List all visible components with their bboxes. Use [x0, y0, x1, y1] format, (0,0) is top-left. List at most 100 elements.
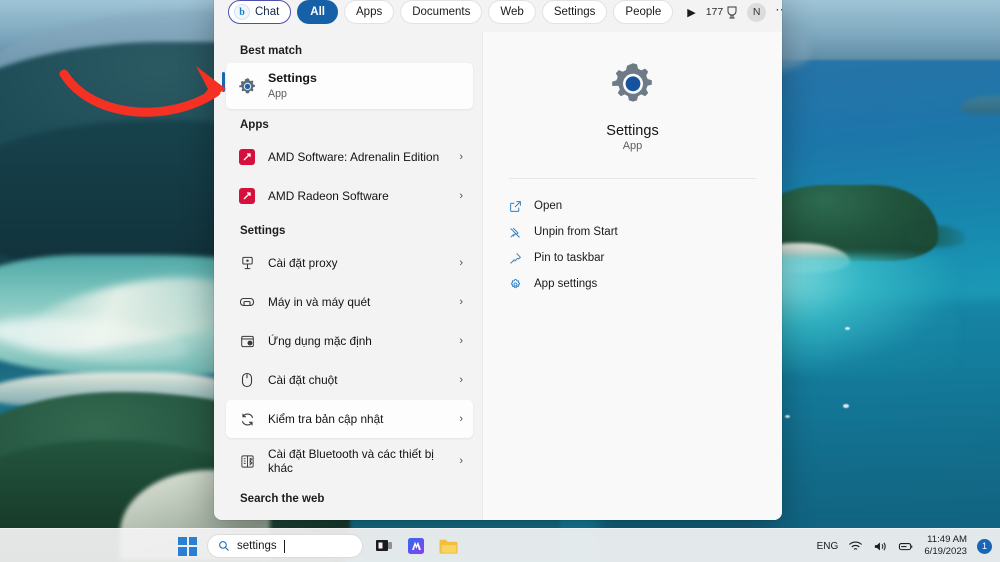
group-heading-best-match: Best match	[240, 45, 302, 57]
chevron-right-icon[interactable]: ›	[459, 190, 465, 202]
chip-label: Web	[500, 6, 524, 18]
chevron-right-icon[interactable]: ›	[459, 374, 465, 386]
notification-count: 1	[981, 541, 987, 551]
result-title-text: Settings	[268, 70, 317, 85]
result-item-web-search[interactable]: settings - See web results ›	[226, 512, 473, 520]
app-preview-pane: Settings App Open Unpin from Start Pin t…	[482, 32, 782, 520]
ellipsis-icon[interactable]: ⋯	[775, 2, 782, 22]
result-label: AMD Software: Adrenalin Edition	[268, 149, 440, 164]
result-label: Kiểm tra bản cập nhật	[268, 411, 384, 426]
result-label: AMD Radeon Software	[268, 188, 389, 203]
preview-actions-list: Open Unpin from Start Pin to taskbar App…	[483, 179, 782, 296]
action-app-settings[interactable]: App settings	[497, 272, 768, 296]
avatar-initial: N	[752, 6, 761, 18]
taskbar-center-cluster: settings	[178, 529, 459, 562]
result-item-printers-scanners[interactable]: Máy in và máy quét ›	[226, 283, 473, 321]
mouse-icon	[236, 372, 258, 388]
unpin-icon	[505, 226, 525, 239]
result-label: Máy in và máy quét	[268, 294, 371, 309]
preview-app-subtitle: App	[622, 140, 643, 152]
group-heading-apps: Apps	[240, 119, 269, 131]
result-item-mouse-settings[interactable]: Cài đặt chuột ›	[226, 361, 473, 399]
group-heading-search-the-web: Search the web	[240, 493, 325, 505]
result-label: Cài đặt proxy	[268, 255, 338, 270]
task-view-icon[interactable]	[373, 535, 395, 557]
clock-date: 6/19/2023	[924, 546, 967, 557]
battery-icon[interactable]	[898, 540, 914, 553]
chip-chat[interactable]: b Chat	[228, 0, 292, 24]
volume-icon[interactable]	[873, 540, 888, 553]
result-item-amd-radeon[interactable]: AMD Radeon Software ›	[226, 177, 473, 215]
chevron-right-icon[interactable]: ›	[459, 455, 465, 467]
result-item-default-apps[interactable]: Ứng dụng mặc định ›	[226, 322, 473, 360]
chip-label: Chat	[255, 6, 280, 18]
action-label: Unpin from Start	[534, 226, 618, 238]
gear-icon	[236, 77, 258, 96]
language-indicator[interactable]: ENG	[817, 541, 839, 552]
app-purple-m-icon[interactable]	[405, 535, 427, 557]
result-item-amd-adrenalin[interactable]: AMD Software: Adrenalin Edition ›	[226, 138, 473, 176]
chip-label: People	[625, 6, 662, 18]
chip-settings[interactable]: Settings	[541, 0, 608, 24]
amd-app-icon	[236, 188, 258, 204]
action-open[interactable]: Open	[497, 194, 768, 218]
chevron-right-icon[interactable]: ›	[459, 151, 465, 163]
search-input[interactable]: settings	[207, 534, 363, 558]
rewards-points[interactable]: 177	[706, 6, 739, 19]
chip-label: Settings	[553, 6, 596, 18]
open-external-icon	[505, 200, 525, 213]
chip-all[interactable]: All	[297, 0, 338, 24]
action-label: App settings	[534, 278, 598, 290]
flyout-body: Best match Settings App Apps AMD Softwar…	[214, 32, 782, 520]
chip-apps[interactable]: Apps	[344, 0, 395, 24]
network-proxy-icon	[236, 256, 258, 271]
chip-web[interactable]: Web	[488, 0, 536, 24]
action-label: Open	[534, 200, 563, 212]
system-tray: ENG 11:49 AM 6/19/2023 1	[817, 529, 992, 562]
chip-label: Apps	[356, 6, 383, 18]
action-unpin-from-start[interactable]: Unpin from Start	[497, 220, 768, 244]
chevron-right-icon[interactable]: ›	[459, 257, 465, 269]
search-flyout-panel: b Chat All Apps Documents Web Settings P…	[214, 0, 782, 520]
search-input-value: settings	[237, 540, 277, 552]
rewards-medal-icon	[727, 6, 737, 18]
result-item-bluetooth-devices[interactable]: Cài đặt Bluetooth và các thiết bị khác ›	[226, 439, 473, 483]
clock-time: 11:49 AM	[927, 534, 967, 546]
result-item-check-for-updates[interactable]: Kiểm tra bản cập nhật ›	[226, 400, 473, 438]
chip-documents[interactable]: Documents	[400, 0, 483, 24]
group-heading-settings: Settings	[240, 225, 286, 237]
results-list: Best match Settings App Apps AMD Softwar…	[214, 32, 482, 520]
avatar[interactable]: N	[747, 2, 767, 22]
chevron-right-icon[interactable]: ›	[459, 335, 465, 347]
chip-label: All	[310, 6, 325, 18]
search-icon	[219, 541, 229, 551]
taskbar: settings ENG 11:49 AM 6/19/2023 1	[0, 528, 1000, 562]
bing-chat-icon: b	[234, 4, 250, 20]
preview-app-title: Settings	[606, 123, 659, 139]
result-label: Ứng dụng mặc định	[268, 333, 372, 348]
preview-header: Settings App	[483, 32, 782, 152]
windows-logo-icon[interactable]	[178, 536, 197, 556]
result-best-match-settings[interactable]: Settings App	[222, 63, 473, 109]
result-label: Cài đặt chuột	[268, 372, 338, 387]
text-caret	[283, 539, 285, 553]
chip-label: Documents	[412, 6, 471, 18]
play-triangle-icon[interactable]: ▶	[683, 6, 699, 19]
chipbar-right-cluster: 177 N ⋯	[706, 1, 782, 23]
file-explorer-icon[interactable]	[437, 535, 459, 557]
clock[interactable]: 11:49 AM 6/19/2023	[924, 534, 967, 558]
desktop-screen: b Chat All Apps Documents Web Settings P…	[0, 0, 1000, 562]
notification-badge[interactable]: 1	[977, 538, 992, 554]
action-pin-to-taskbar[interactable]: Pin to taskbar	[497, 246, 768, 270]
rewards-points-value: 177	[705, 6, 724, 18]
gear-icon	[609, 60, 657, 113]
default-apps-icon	[236, 334, 258, 349]
chevron-right-icon[interactable]: ›	[459, 296, 465, 308]
result-item-proxy-settings[interactable]: Cài đặt proxy ›	[226, 244, 473, 282]
wifi-icon[interactable]	[848, 540, 863, 553]
gear-small-icon	[505, 278, 525, 291]
chip-people[interactable]: People	[613, 0, 674, 24]
search-filter-chipbar: b Chat All Apps Documents Web Settings P…	[214, 0, 782, 32]
action-label: Pin to taskbar	[534, 252, 605, 264]
chevron-right-icon[interactable]: ›	[459, 413, 465, 425]
